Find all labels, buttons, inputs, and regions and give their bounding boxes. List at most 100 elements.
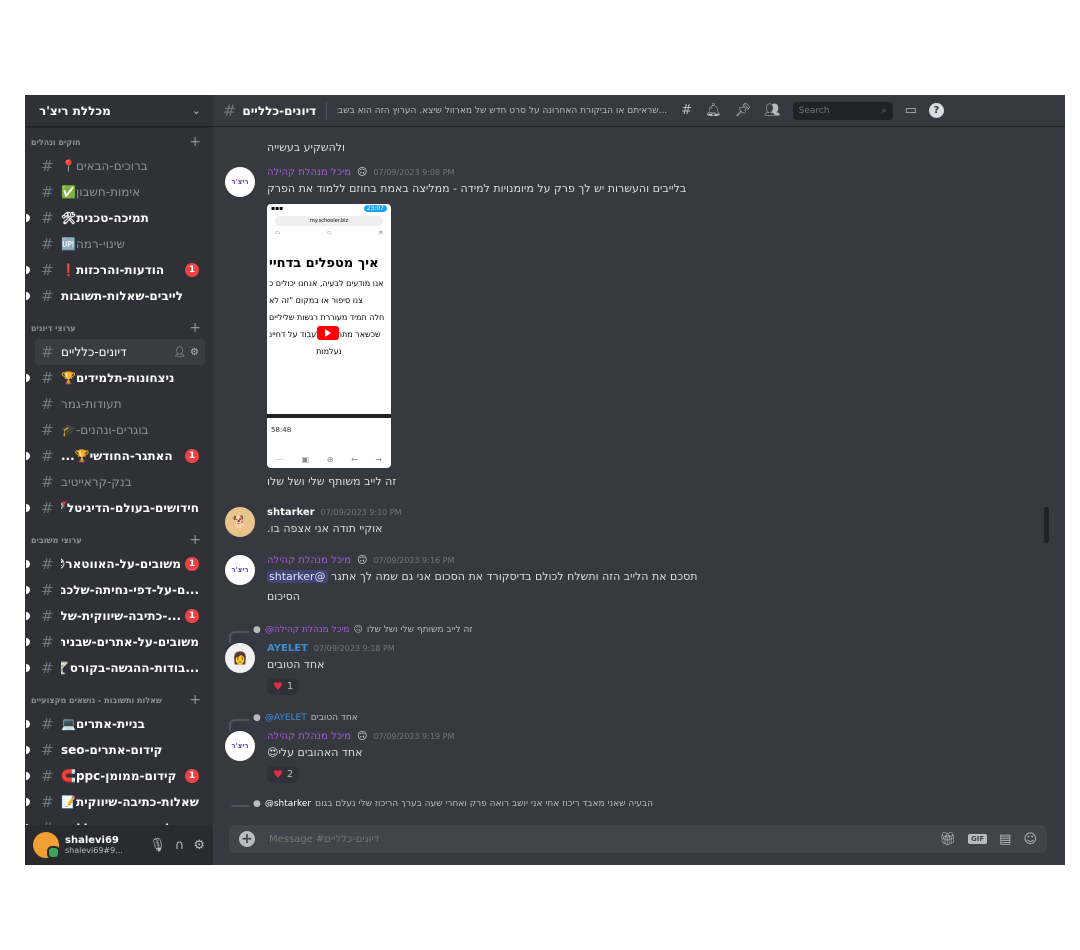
reaction[interactable]: ♥ 2 <box>267 765 300 783</box>
sidebar-channel[interactable]: # הודעות-והרכזות❗ 1 <box>26 257 205 283</box>
channel-hash-icon: # <box>41 209 54 227</box>
youtube-play-icon[interactable] <box>317 325 339 340</box>
add-channel-icon[interactable]: + <box>189 692 201 708</box>
video-text-line: אנו מודעים לבעיה, אנחנו יכולים כ <box>269 278 384 288</box>
server-header[interactable]: מכללת ריצ'ר ⌄ <box>25 95 213 127</box>
channel-category[interactable]: ערוצי משובים + <box>25 529 213 551</box>
pin-icon[interactable]: 📌︎ <box>735 103 752 118</box>
avatar[interactable]: ריצ'ר <box>225 731 255 761</box>
author-name[interactable]: מיכל מנהלת קהילה <box>267 555 351 566</box>
add-attachment-button[interactable]: + <box>239 831 255 847</box>
avatar[interactable] <box>33 832 60 859</box>
add-channel-icon[interactable]: + <box>189 320 201 336</box>
category-name: חוקים ונהלים <box>31 137 81 147</box>
sidebar-channel[interactable]: # בנק-קראייטיב <box>35 469 205 495</box>
sidebar-channel[interactable]: # דיונים-כלליים 👤︎ ⚙ <box>35 339 205 365</box>
sidebar-channel[interactable]: # האתגר-החודשי🏆... 1 <box>26 443 205 469</box>
author-name[interactable]: shtarker <box>267 507 315 518</box>
sidebar-channel[interactable]: # ...בודות-ההגשה-בקורס🍸 <box>26 655 205 681</box>
channel-hash-icon: # <box>41 261 54 279</box>
gear-icon[interactable]: ⚙ <box>190 347 199 358</box>
reaction[interactable]: ♥ 1 <box>267 677 300 695</box>
reply-preview[interactable]: ● @AYELET אחד הטובים <box>229 713 358 731</box>
reply-author: @shtarker <box>264 799 312 807</box>
mention-badge: 1 <box>185 557 199 571</box>
sidebar-channel[interactable]: # לייבים-שאלות-תשובות <box>26 283 205 309</box>
channel-title: דיונים-כלליים <box>242 103 317 118</box>
channel-name: משובים-על-האווטאר😎 <box>61 557 181 571</box>
invite-icon[interactable]: 👤︎ <box>173 347 186 358</box>
reply-text: זה לייב משותף שלי ושל שלו <box>366 625 473 635</box>
channel-category[interactable]: שאלות ותשובות - נושאים מקצועיים + <box>25 689 213 711</box>
sidebar-channel[interactable]: # ...-כתיבה-שיווקית-שלכם 1 <box>26 603 205 629</box>
channel-name: אימות-חשבון✅ <box>61 185 141 199</box>
sidebar-channel[interactable]: # אימות-חשבון✅ <box>35 179 205 205</box>
author-name[interactable]: AYELET <box>267 643 308 654</box>
channel-hash-icon: # <box>41 715 54 733</box>
unread-indicator <box>26 798 30 806</box>
add-channel-icon[interactable]: + <box>189 134 201 150</box>
sidebar-channel[interactable]: # ברוכים-הבאים📍 <box>35 153 205 179</box>
channel-hash-icon: # <box>41 581 54 599</box>
user-tag: shalevi69#9... <box>65 846 123 855</box>
message-text: אחד האהובים עלי😍 <box>267 746 363 759</box>
avatar[interactable]: ריצ'ר <box>225 555 255 585</box>
channel-category[interactable]: ערוצי דיונים + <box>25 317 213 339</box>
bell-icon[interactable]: 🔔︎ <box>705 103 722 118</box>
inbox-icon[interactable]: ▭ <box>905 103 917 118</box>
help-icon[interactable]: ? <box>928 103 944 118</box>
reaction-count: 2 <box>286 768 294 780</box>
microphone-icon[interactable]: 🎙︎ <box>149 838 166 853</box>
sidebar-channel[interactable]: # קידום-אתרים-seo <box>26 737 205 763</box>
user-mention[interactable]: @shtarker <box>267 570 328 583</box>
threads-icon[interactable]: # <box>681 103 692 118</box>
sidebar-channel[interactable]: #שאלות-ותשובות-כלליות <box>26 815 205 825</box>
gear-icon[interactable]: ⚙ <box>193 838 205 853</box>
sidebar-channel[interactable]: # חידושים-בעולם-הדיגיטל🚀 <box>26 495 205 521</box>
reply-preview[interactable]: ● @מיכל מנהלת קהילה 🙃 זה לייב משותף שלי … <box>229 625 473 643</box>
sidebar-channel[interactable]: # משובים-על-האווטאר😎 1 <box>26 551 205 577</box>
add-channel-icon[interactable]: + <box>189 532 201 548</box>
chevron-down-icon[interactable]: ⌄ <box>192 104 201 117</box>
channel-hash-icon: # <box>41 633 54 651</box>
gift-icon[interactable]: 🎁︎ <box>939 832 956 847</box>
mention-badge: 1 <box>185 609 199 623</box>
emoji-icon[interactable]: ☺ <box>1023 832 1037 847</box>
sidebar-channel[interactable]: # משובים-על-אתרים-שבניתם <box>26 629 205 655</box>
divider <box>267 413 391 418</box>
author-name[interactable]: מיכל מנהלת קהילה <box>267 167 351 178</box>
video-thumbnail[interactable]: ▪▪▪ 23:07 my.schooler.biz ▭ ▭ ≡ איך מטפלים … <box>267 203 391 468</box>
message-input[interactable] <box>269 833 940 845</box>
sidebar-channel[interactable]: # בניית-אתרים💻 <box>26 711 205 737</box>
sidebar-channel[interactable]: # שינוי-רמה🆙 <box>35 231 205 257</box>
headphones-icon[interactable]: ∩ <box>175 838 185 853</box>
sidebar-channel[interactable]: # תעודות-גמר <box>35 391 205 417</box>
reply-preview[interactable]: ● @shtarker הבעיה שאני מאבד ריכוז אחי אנ… <box>229 799 653 807</box>
members-icon[interactable]: 👥︎ <box>764 103 781 118</box>
heart-icon: ♥ <box>273 679 283 693</box>
gif-button[interactable]: GIF <box>968 834 988 844</box>
reply-text: אחד הטובים <box>310 713 358 723</box>
sticker-icon[interactable]: ▤ <box>999 832 1011 847</box>
search-input[interactable]: Search ⌕ <box>792 101 893 120</box>
sidebar-channel[interactable]: # קידום-ממומן-ppc🧲 1 <box>26 763 205 789</box>
phone-tab-icon: ▭ <box>326 229 332 236</box>
timestamp: 07/09/2023 9:08 PM <box>373 168 455 177</box>
sidebar-channel[interactable]: # שאלות-כתיבה-שיווקית📝 <box>26 789 205 815</box>
avatar[interactable]: ריצ'ר <box>225 167 255 197</box>
author-name[interactable]: מיכל מנהלת קהילה <box>267 731 351 742</box>
sidebar-channel[interactable]: # ...ם-על-דפי-נחיתה-שלכם🛬 <box>26 577 205 603</box>
role-emoji-icon: 🙃 <box>357 555 368 566</box>
timestamp: 07/09/2023 9:18 PM <box>313 644 395 653</box>
avatar[interactable]: 🐕 <box>225 507 255 537</box>
scrollbar[interactable] <box>1044 507 1049 543</box>
avatar[interactable]: 👩 <box>225 643 255 673</box>
unread-indicator <box>26 452 30 460</box>
sidebar-channel[interactable]: # תמיכה-טכנית🛠 <box>26 205 205 231</box>
channel-category[interactable]: חוקים ונהלים + <box>25 131 213 153</box>
channel-topic[interactable]: ...שראיתם או הביקורת האחרונה על סרט חדש … <box>337 106 667 116</box>
unread-indicator <box>26 504 30 512</box>
sidebar-channel[interactable]: # בוגרים-ונהנים-🎓 <box>35 417 205 443</box>
sidebar-channel[interactable]: # ניצחונות-תלמידים🏆 <box>26 365 205 391</box>
timestamp: 07/09/2023 9:19 PM <box>373 732 455 741</box>
